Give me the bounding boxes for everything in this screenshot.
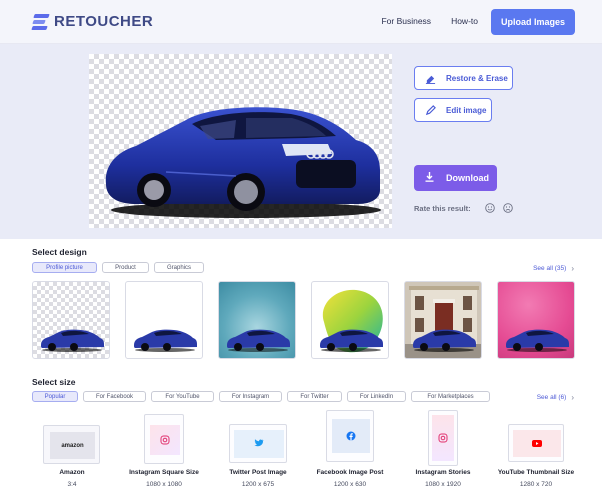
design-thumb-house[interactable]	[404, 281, 482, 359]
amazon-logo: amazon	[50, 432, 95, 459]
chip-for-linkedin[interactable]: For LinkedIn	[347, 391, 406, 402]
chip-graphics[interactable]: Graphics	[154, 262, 204, 273]
select-design-title: Select design	[32, 247, 87, 257]
instagram-icon	[438, 433, 448, 443]
car-thumbnail	[227, 329, 290, 352]
size-card-amazon[interactable]: amazon	[43, 425, 100, 464]
size-card-instagram-stories[interactable]	[428, 410, 458, 466]
car-image	[105, 107, 381, 218]
sad-face-icon[interactable]	[502, 203, 513, 213]
size-dims-facebook-post: 1200 x 630	[333, 481, 367, 488]
top-header: RETOUCHER For Business How-to Upload Ima…	[0, 0, 602, 44]
chevron-right-icon: ›	[571, 264, 574, 273]
size-dims-instagram-square: 1080 x 1080	[146, 481, 182, 488]
size-category-chips: Popular For Facebook For YouTube For Ins…	[32, 391, 490, 402]
top-nav: For Business How-to	[381, 16, 478, 26]
restore-erase-button[interactable]: Restore & Erase	[414, 66, 513, 90]
chip-for-instagram[interactable]: For Instagram	[219, 391, 282, 402]
car-thumbnail	[320, 329, 383, 352]
design-thumb-blob[interactable]	[311, 281, 389, 359]
chip-for-marketplaces[interactable]: For Marketplaces	[411, 391, 490, 402]
design-thumb-white[interactable]	[125, 281, 203, 359]
car-thumbnail	[413, 329, 476, 352]
facebook-icon	[346, 431, 356, 441]
logo-icon	[31, 13, 50, 30]
see-all-sizes-label: See all (6)	[536, 394, 567, 401]
rate-result: Rate this result:	[414, 203, 513, 213]
chip-for-twitter[interactable]: For Twitter	[287, 391, 342, 402]
chip-for-facebook[interactable]: For Facebook	[83, 391, 146, 402]
size-name-facebook-post: Facebook Image Post	[316, 469, 384, 476]
retoucher-logo[interactable]: RETOUCHER	[31, 13, 154, 30]
size-dims-instagram-stories: 1080 x 1920	[425, 481, 461, 488]
size-name-instagram-stories: Instagram Stories	[415, 469, 471, 476]
chevron-right-icon: ›	[571, 393, 574, 402]
nav-how-to[interactable]: How-to	[451, 16, 478, 26]
size-name-instagram-square: Instagram Square Size	[129, 469, 199, 476]
car-thumbnail	[506, 329, 569, 352]
size-dims-twitter-post: 1200 x 675	[241, 481, 275, 488]
chip-product[interactable]: Product	[102, 262, 149, 273]
size-card-youtube-thumbnail[interactable]	[508, 424, 564, 462]
nav-for-business[interactable]: For Business	[381, 16, 431, 26]
chip-profile-picture[interactable]: Profile picture	[32, 262, 97, 273]
size-name-twitter-post: Twitter Post Image	[229, 469, 287, 476]
size-dims-amazon: 3:4	[67, 481, 77, 488]
download-icon	[425, 172, 434, 184]
restore-erase-label: Restore & Erase	[446, 73, 508, 83]
size-card-instagram-square[interactable]	[144, 414, 184, 464]
design-thumb-pink[interactable]	[497, 281, 575, 359]
size-name-youtube-thumbnail: YouTube Thumbnail Size	[497, 469, 575, 476]
chip-for-youtube[interactable]: For YouTube	[151, 391, 214, 402]
see-all-sizes-link[interactable]: See all (6) ›	[537, 393, 574, 402]
youtube-icon	[532, 440, 542, 447]
logo-text: RETOUCHER	[54, 13, 154, 30]
size-card-twitter-post[interactable]	[229, 424, 287, 463]
rate-label: Rate this result:	[414, 203, 471, 213]
download-button[interactable]: Download	[414, 165, 497, 191]
upload-images-button[interactable]: Upload Images	[491, 9, 575, 35]
edit-image-label: Edit image	[446, 105, 487, 115]
car-thumbnail	[134, 329, 197, 352]
size-dims-youtube-thumbnail: 1280 x 720	[519, 481, 553, 488]
instagram-icon	[160, 435, 170, 445]
size-name-amazon: Amazon	[59, 469, 85, 476]
download-label: Download	[446, 173, 489, 183]
select-size-title: Select size	[32, 377, 76, 387]
twitter-icon	[254, 439, 264, 447]
eraser-icon	[425, 73, 436, 84]
see-all-designs-link[interactable]: See all (35) ›	[533, 264, 574, 273]
design-thumb-teal[interactable]	[218, 281, 296, 359]
design-thumb-transparent[interactable]	[32, 281, 110, 359]
happy-face-icon[interactable]	[484, 203, 495, 213]
edit-image-button[interactable]: Edit image	[414, 98, 492, 122]
see-all-designs-label: See all (35)	[533, 265, 567, 272]
design-category-chips: Profile picture Product Graphics	[32, 262, 204, 273]
size-card-facebook-post[interactable]	[326, 410, 374, 462]
car-thumbnail	[41, 329, 104, 352]
chip-popular[interactable]: Popular	[32, 391, 78, 402]
pencil-icon	[425, 104, 436, 116]
